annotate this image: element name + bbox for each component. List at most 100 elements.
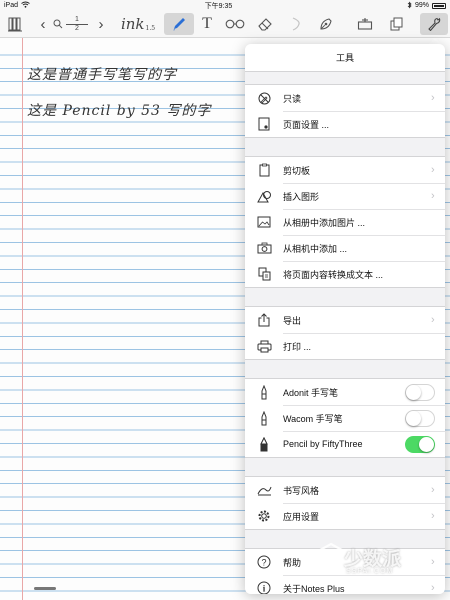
- watermark: 少数派 SSPAI.COM: [318, 538, 438, 580]
- page-manager-icon[interactable]: [352, 13, 378, 35]
- help-icon: ?: [245, 555, 283, 569]
- layers-icon[interactable]: [386, 13, 408, 35]
- menu-item-wacom-stylus: Wacom 手写笔: [245, 405, 445, 431]
- photo-icon: [245, 216, 283, 228]
- menu-item-label: 应用设置: [283, 511, 320, 522]
- menu-item-insert-shape[interactable]: 插入图形 ›: [245, 183, 445, 209]
- zoom-search-icon[interactable]: [52, 13, 64, 35]
- menu-item-label: 只读: [283, 93, 302, 104]
- text-tool-button[interactable]: T: [196, 13, 218, 35]
- popover-title: 工具: [245, 44, 445, 72]
- svg-text:?: ?: [261, 558, 266, 568]
- menu-group-insert: 剪切板 › 插入图形 › 从相册中添加图片 ... 从相机中添加 ... 将页面…: [245, 156, 445, 288]
- menu-item-label: 书写风格: [283, 485, 320, 496]
- text-tool-label: T: [202, 15, 212, 32]
- menu-item-label: 将页面内容转换成文本 ...: [283, 269, 384, 280]
- menu-item-label: 剪切板: [283, 165, 311, 176]
- toolbar: ‹ 1 2 › ink 1.5 T: [0, 11, 450, 38]
- handwritten-line-1: 这是普通手写笔写的字: [27, 67, 177, 83]
- menu-item-label: 导出: [283, 315, 302, 326]
- page-settings-icon: [245, 117, 283, 131]
- watermark-url: SSPAI.COM: [346, 568, 394, 575]
- menu-item-add-from-album[interactable]: 从相册中添加图片 ...: [245, 209, 445, 235]
- paper-margin-line: [22, 38, 23, 600]
- menu-item-page-settings[interactable]: 页面设置 ...: [245, 111, 445, 137]
- menu-item-export[interactable]: 导出 ›: [245, 307, 445, 333]
- battery-percent: 99%: [414, 2, 429, 9]
- menu-item-app-settings[interactable]: 应用设置 ›: [245, 503, 445, 529]
- menu-item-label: 插入图形: [283, 191, 320, 202]
- menu-item-print[interactable]: 打印 ...: [245, 333, 445, 359]
- chevron-right-icon: ›: [431, 92, 435, 104]
- wrench-icon: [428, 17, 441, 31]
- stylus-icon: [245, 384, 283, 400]
- pen-nib-icon[interactable]: [314, 13, 338, 35]
- wifi-icon: [21, 1, 30, 10]
- print-icon: [245, 340, 283, 353]
- menu-item-clipboard[interactable]: 剪切板 ›: [245, 157, 445, 183]
- previous-page-icon[interactable]: ‹: [36, 13, 50, 35]
- eraser-tool-icon[interactable]: [252, 13, 278, 35]
- menu-item-label: 页面设置 ...: [283, 119, 330, 130]
- notebooks-library-icon[interactable]: [6, 13, 24, 35]
- convert-text-icon: [245, 267, 283, 281]
- menu-item-pencil-fiftythree: Pencil by FiftyThree: [245, 431, 445, 457]
- ink-label: ink: [120, 15, 145, 33]
- next-page-icon[interactable]: ›: [94, 13, 108, 35]
- battery-icon: [432, 2, 446, 9]
- menu-group-settings: 书写风格 › 应用设置 ›: [245, 476, 445, 530]
- menu-item-convert-to-text[interactable]: 将页面内容转换成文本 ...: [245, 261, 445, 287]
- pen-icon: [173, 18, 185, 31]
- device-name: iPad: [4, 2, 19, 9]
- pencil-fiftythree-toggle[interactable]: [405, 435, 435, 453]
- pencil-stylus-icon: [245, 436, 283, 452]
- menu-item-add-from-camera[interactable]: 从相机中添加 ...: [245, 235, 445, 261]
- ink-size: 1.5: [145, 24, 156, 32]
- clock: 下午9:35: [204, 2, 233, 10]
- chevron-right-icon: ›: [431, 510, 435, 522]
- adonit-toggle[interactable]: [405, 383, 435, 401]
- menu-item-label: Adonit 手写笔: [283, 387, 339, 398]
- clipboard-icon: [245, 163, 283, 177]
- ink-style-selector[interactable]: ink 1.5: [116, 13, 160, 35]
- reading-mode-glasses-icon[interactable]: [222, 13, 248, 35]
- page-indicator[interactable]: 1 2: [64, 13, 90, 35]
- menu-item-label: 打印 ...: [283, 341, 312, 352]
- chevron-right-icon: ›: [431, 164, 435, 176]
- page-scroll-indicator[interactable]: [34, 587, 56, 590]
- menu-item-label: 关于Notes Plus: [283, 583, 345, 594]
- writing-style-icon: [245, 484, 283, 496]
- stylus-icon: [245, 410, 283, 426]
- chevron-right-icon: ›: [431, 582, 435, 594]
- page-total: 2: [75, 24, 79, 32]
- tools-wrench-button[interactable]: [420, 13, 448, 35]
- menu-item-adonit-stylus: Adonit 手写笔: [245, 379, 445, 405]
- export-icon: [245, 313, 283, 327]
- menu-group-output: 导出 › 打印 ...: [245, 306, 445, 360]
- chevron-right-icon: ›: [431, 314, 435, 326]
- menu-group-view: 只读 › 页面设置 ...: [245, 84, 445, 138]
- menu-item-read-only[interactable]: 只读 ›: [245, 85, 445, 111]
- svg-text:i: i: [263, 584, 266, 594]
- redo-icon[interactable]: [286, 13, 306, 35]
- shapes-icon: [245, 190, 283, 203]
- camera-icon: [245, 242, 283, 254]
- chevron-right-icon: ›: [431, 190, 435, 202]
- chevron-right-icon: ›: [431, 484, 435, 496]
- bluetooth-icon: [407, 1, 412, 11]
- info-icon: i: [245, 581, 283, 594]
- tools-popover: 工具 只读 › 页面设置 ... 剪切板 › 插入图形 › 从相册中添加图片 .…: [245, 44, 445, 594]
- menu-item-label: 从相机中添加 ...: [283, 243, 348, 254]
- read-only-icon: [245, 92, 283, 105]
- sspai-logo-icon: [318, 542, 344, 572]
- menu-item-writing-style[interactable]: 书写风格 ›: [245, 477, 445, 503]
- menu-item-label: 从相册中添加图片 ...: [283, 217, 366, 228]
- wacom-toggle[interactable]: [405, 409, 435, 427]
- menu-item-label: Pencil by FiftyThree: [283, 439, 363, 449]
- gear-icon: [245, 509, 283, 523]
- menu-item-label: Wacom 手写笔: [283, 413, 343, 424]
- menu-group-stylus: Adonit 手写笔 Wacom 手写笔 Pencil by FiftyThre…: [245, 378, 445, 458]
- handwritten-line-2: 这是 Pencil by 53 写的字: [27, 103, 212, 119]
- pen-tool-button[interactable]: [164, 13, 194, 35]
- status-bar: iPad 下午9:35 99%: [0, 0, 450, 11]
